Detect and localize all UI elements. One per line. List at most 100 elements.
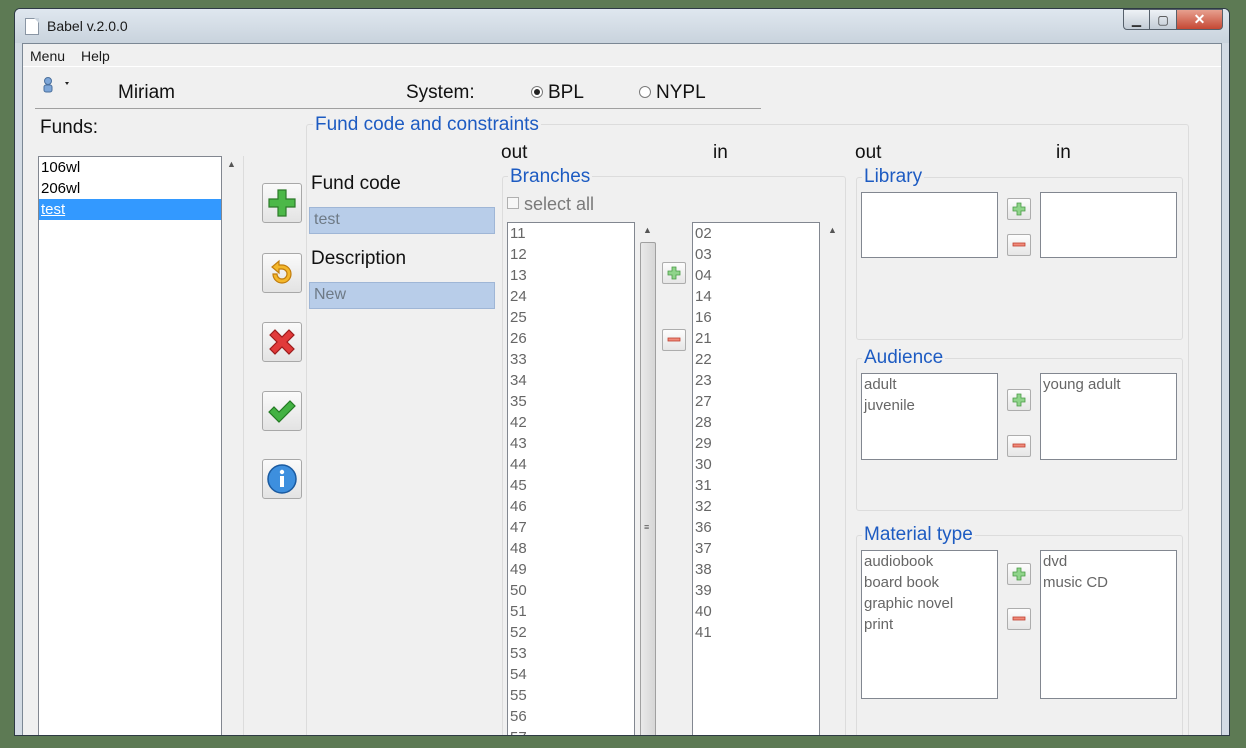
branches-in-scrollbar[interactable]: ▲: [824, 222, 842, 735]
maximize-button[interactable]: ▢: [1150, 9, 1177, 30]
list-item[interactable]: 12: [508, 244, 634, 265]
list-item[interactable]: juvenile: [862, 395, 997, 416]
list-item[interactable]: 24: [508, 286, 634, 307]
list-item[interactable]: print: [862, 614, 997, 635]
select-all-label[interactable]: select all: [524, 194, 594, 215]
audience-title: Audience: [862, 347, 946, 369]
radio-nypl[interactable]: [639, 86, 651, 98]
list-item[interactable]: 54: [508, 664, 634, 685]
add-fund-button[interactable]: [262, 183, 302, 223]
list-item[interactable]: young adult: [1041, 374, 1176, 395]
menu-item-help[interactable]: Help: [81, 48, 110, 64]
branches-in-list[interactable]: 02 03 04 14 16 21 22 23 27 28 29 30 31 32 36 37 38 39 40 41: [692, 222, 820, 735]
list-item[interactable]: test: [39, 199, 221, 220]
list-item[interactable]: 51: [508, 601, 634, 622]
material-type-in-list[interactable]: dvd music CD: [1040, 550, 1177, 699]
add-library-button[interactable]: [1007, 198, 1031, 220]
list-item[interactable]: 50: [508, 580, 634, 601]
list-item[interactable]: 21: [693, 328, 819, 349]
list-item[interactable]: 23: [693, 370, 819, 391]
list-item[interactable]: 52: [508, 622, 634, 643]
menu-item-menu[interactable]: Menu: [30, 48, 65, 64]
fund-code-field[interactable]: test: [309, 207, 495, 234]
radio-nypl-label[interactable]: NYPL: [656, 82, 706, 104]
add-audience-button[interactable]: [1007, 389, 1031, 411]
list-item[interactable]: 35: [508, 391, 634, 412]
close-button[interactable]: ✕: [1177, 9, 1223, 30]
list-item[interactable]: 30: [693, 454, 819, 475]
list-item[interactable]: adult: [862, 374, 997, 395]
list-item[interactable]: 04: [693, 265, 819, 286]
list-item[interactable]: 39: [693, 580, 819, 601]
list-item[interactable]: 03: [693, 244, 819, 265]
list-item[interactable]: 22: [693, 349, 819, 370]
list-item[interactable]: 28: [693, 412, 819, 433]
list-item[interactable]: 41: [693, 622, 819, 643]
add-material-type-button[interactable]: [1007, 563, 1031, 585]
remove-branch-button[interactable]: [662, 329, 686, 351]
list-item[interactable]: 47: [508, 517, 634, 538]
list-item[interactable]: 02: [693, 223, 819, 244]
funds-list[interactable]: 106wl 206wl test: [38, 156, 222, 735]
list-item[interactable]: 11: [508, 223, 634, 244]
list-item[interactable]: 48: [508, 538, 634, 559]
list-item[interactable]: 56: [508, 706, 634, 727]
list-item[interactable]: 42: [508, 412, 634, 433]
list-item[interactable]: 49: [508, 559, 634, 580]
delete-fund-button[interactable]: [262, 322, 302, 362]
list-item[interactable]: 206wl: [39, 178, 221, 199]
list-item[interactable]: 57: [508, 727, 634, 735]
list-item[interactable]: 27: [693, 391, 819, 412]
list-item[interactable]: 44: [508, 454, 634, 475]
list-item[interactable]: 36: [693, 517, 819, 538]
list-item[interactable]: 31: [693, 475, 819, 496]
remove-material-type-button[interactable]: [1007, 608, 1031, 630]
list-item[interactable]: 46: [508, 496, 634, 517]
list-item[interactable]: 38: [693, 559, 819, 580]
edit-fund-button[interactable]: [262, 253, 302, 293]
list-item[interactable]: dvd: [1041, 551, 1176, 572]
list-item[interactable]: 45: [508, 475, 634, 496]
remove-audience-button[interactable]: [1007, 435, 1031, 457]
list-item[interactable]: 29: [693, 433, 819, 454]
remove-library-button[interactable]: [1007, 234, 1031, 256]
remove-icon: [1012, 443, 1026, 448]
list-item[interactable]: music CD: [1041, 572, 1176, 593]
list-item[interactable]: graphic novel: [862, 593, 997, 614]
list-item[interactable]: 16: [693, 307, 819, 328]
description-field[interactable]: New: [309, 282, 495, 309]
list-item[interactable]: 53: [508, 643, 634, 664]
minimize-button[interactable]: ▁: [1123, 9, 1150, 30]
list-item[interactable]: board book: [862, 572, 997, 593]
list-item[interactable]: 43: [508, 433, 634, 454]
user-menu-button[interactable]: [41, 76, 81, 96]
list-item[interactable]: 37: [693, 538, 819, 559]
branches-out-scrollbar[interactable]: ▲ ≡: [639, 222, 657, 735]
list-item[interactable]: 26: [508, 328, 634, 349]
list-item[interactable]: 40: [693, 601, 819, 622]
list-item[interactable]: 34: [508, 370, 634, 391]
list-item[interactable]: 33: [508, 349, 634, 370]
scrollbar-thumb[interactable]: [640, 242, 656, 735]
add-branch-button[interactable]: [662, 262, 686, 284]
library-out-list[interactable]: [861, 192, 998, 258]
list-item[interactable]: 13: [508, 265, 634, 286]
info-button[interactable]: [262, 459, 302, 499]
funds-scrollbar[interactable]: ▲: [223, 156, 241, 735]
list-item[interactable]: 14: [693, 286, 819, 307]
list-item[interactable]: 25: [508, 307, 634, 328]
radio-bpl-label[interactable]: BPL: [548, 82, 584, 104]
material-type-out-list[interactable]: audiobook board book graphic novel print: [861, 550, 998, 699]
select-all-checkbox[interactable]: [507, 197, 519, 209]
branches-out-list[interactable]: 11 12 13 24 25 26 33 34 35 42 43 44 45 46 47 48 49 50 51 52…: [507, 222, 635, 735]
list-item[interactable]: 55: [508, 685, 634, 706]
list-item[interactable]: 106wl: [39, 157, 221, 178]
library-in-list[interactable]: [1040, 192, 1177, 258]
title-bar[interactable]: Babel v.2.0.0 ▁ ▢ ✕: [15, 9, 1229, 43]
radio-bpl[interactable]: [531, 86, 543, 98]
list-item[interactable]: 32: [693, 496, 819, 517]
save-fund-button[interactable]: [262, 391, 302, 431]
audience-out-list[interactable]: adult juvenile: [861, 373, 998, 460]
list-item[interactable]: audiobook: [862, 551, 997, 572]
audience-in-list[interactable]: young adult: [1040, 373, 1177, 460]
